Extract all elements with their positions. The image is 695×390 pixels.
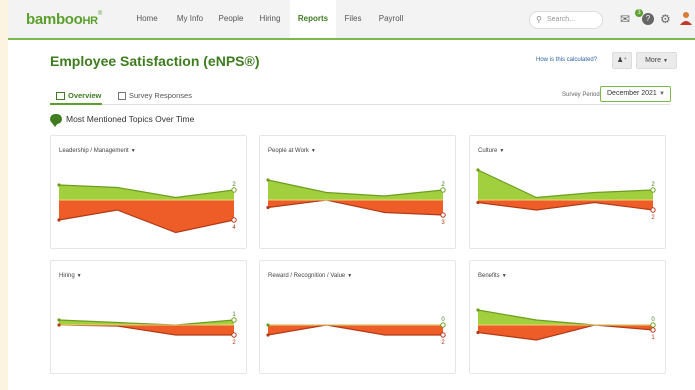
topic-area-chart: 02	[266, 317, 446, 346]
positive-count-label: 1	[232, 312, 236, 318]
nav-files[interactable]: Files	[342, 0, 364, 38]
positive-end-point	[231, 317, 237, 323]
topic-area-chart: 24	[57, 182, 237, 234]
positive-end-point	[650, 322, 656, 328]
negative-area	[59, 200, 234, 233]
logo-registered-mark: ®	[97, 11, 102, 17]
negative-area	[268, 200, 443, 215]
positive-end-point	[440, 322, 446, 328]
negative-count-label: 3	[441, 220, 445, 226]
negative-count-label: 2	[232, 340, 236, 346]
topic-area-chart: 22	[476, 168, 656, 221]
nav-reports[interactable]: Reports	[290, 0, 336, 38]
negative-end-point	[650, 327, 656, 333]
search-input[interactable]: ⚲ Search...	[529, 11, 603, 29]
tab-overview-label: Overview	[68, 91, 102, 100]
chevron-down-icon: ▼	[662, 58, 668, 64]
positive-count-label: 0	[651, 317, 655, 323]
positive-count-label: 2	[232, 182, 236, 188]
negative-count-label: 2	[651, 215, 655, 221]
positive-area	[268, 180, 443, 200]
app-window: bambooHR® Home My Info People Hiring Rep…	[8, 0, 695, 390]
negative-start-point	[57, 218, 61, 222]
positive-count-label: 2	[651, 182, 655, 188]
negative-end-point	[440, 332, 446, 338]
negative-start-point	[476, 200, 480, 205]
top-navigation: bambooHR® Home My Info People Hiring Rep…	[8, 0, 695, 40]
topic-area-chart: 01	[476, 308, 656, 341]
positive-start-point	[476, 308, 480, 312]
chevron-down-icon: ▼	[659, 91, 665, 97]
positive-count-label: 2	[441, 182, 445, 188]
topic-chart-card: Leadership / Management ▼ 2 4	[50, 135, 247, 249]
survey-icon	[118, 92, 126, 101]
search-icon: ⚲	[536, 15, 542, 24]
positive-end-point	[650, 187, 656, 193]
negative-end-point	[231, 217, 237, 223]
topic-chart-card: Reward / Recognition / Value ▼ 0 2	[259, 260, 456, 374]
share-people-button[interactable]: ♟⁺	[612, 52, 632, 69]
nav-hiring[interactable]: Hiring	[257, 0, 283, 38]
tab-survey-responses-label: Survey Responses	[129, 91, 192, 100]
negative-end-point	[650, 207, 656, 213]
search-placeholder: Search...	[547, 16, 576, 23]
more-label: More	[645, 57, 662, 64]
speech-bubble-icon	[50, 114, 62, 127]
negative-start-point	[57, 323, 61, 327]
more-button[interactable]: More ▼	[636, 52, 677, 69]
positive-start-point	[57, 183, 61, 187]
survey-period-select[interactable]: December 2021 ▼	[600, 86, 671, 102]
active-tab-indicator	[50, 103, 102, 105]
help-icon[interactable]: ?	[642, 13, 654, 25]
positive-start-point	[57, 318, 61, 322]
nav-home[interactable]: Home	[132, 0, 162, 38]
positive-start-point	[266, 178, 270, 182]
positive-end-point	[231, 187, 237, 193]
topic-chart-card: People at Work ▼ 2 3	[259, 135, 456, 249]
section-title: Most Mentioned Topics Over Time	[66, 114, 195, 124]
page-title: Employee Satisfaction (eNPS®)	[50, 53, 260, 69]
negative-start-point	[266, 333, 270, 337]
how-is-this-calculated-link[interactable]: How is this calculated?	[536, 57, 597, 63]
people-icon: ♟⁺	[617, 57, 627, 64]
tab-overview[interactable]: Overview	[56, 91, 102, 101]
positive-count-label: 0	[441, 317, 445, 323]
nav-payroll[interactable]: Payroll	[374, 0, 408, 38]
nav-my-info[interactable]: My Info	[171, 0, 209, 38]
topic-chart-card: Culture ▼ 2 2	[469, 135, 666, 249]
user-avatar-icon[interactable]	[680, 11, 692, 28]
topic-area-chart: 12	[57, 312, 237, 346]
tabs-divider	[50, 104, 670, 105]
logo-wordmark: bamboo	[26, 11, 83, 28]
chart-icon	[56, 92, 65, 101]
nav-people[interactable]: People	[217, 0, 245, 38]
settings-icon[interactable]: ⚙	[660, 12, 671, 26]
negative-count-label: 4	[232, 225, 236, 231]
negative-start-point	[476, 330, 480, 335]
topic-chart-card: Hiring ▼ 1 2	[50, 260, 247, 374]
positive-end-point	[440, 187, 446, 193]
negative-end-point	[440, 212, 446, 218]
bamboohr-logo[interactable]: bambooHR®	[26, 11, 102, 28]
negative-area	[478, 200, 653, 210]
positive-start-point	[266, 323, 270, 327]
survey-period-label: Survey Period	[562, 92, 600, 98]
negative-start-point	[266, 205, 270, 210]
negative-count-label: 1	[651, 335, 655, 341]
topic-chart-card: Benefits ▼ 0 1	[469, 260, 666, 374]
negative-end-point	[231, 332, 237, 338]
tab-survey-responses[interactable]: Survey Responses	[118, 91, 192, 101]
logo-suffix: HR	[82, 15, 99, 27]
positive-start-point	[476, 168, 480, 172]
negative-count-label: 2	[441, 340, 445, 346]
survey-period-value: December 2021	[607, 90, 657, 97]
topic-area-chart: 23	[266, 178, 446, 226]
inbox-icon[interactable]: ✉	[620, 12, 630, 26]
